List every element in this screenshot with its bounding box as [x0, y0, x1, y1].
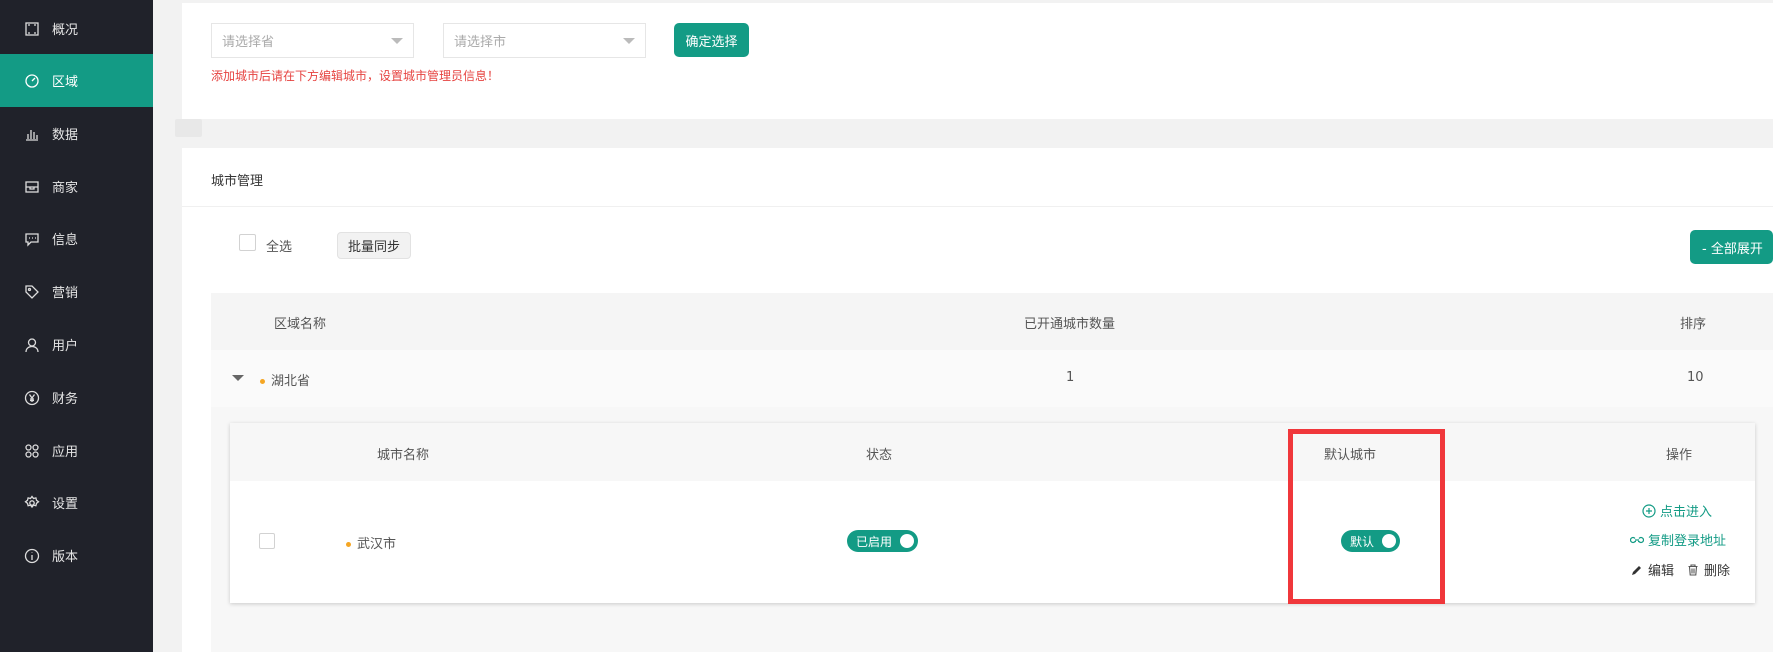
city-select-panel: 请选择省 请选择市 确定选择 添加城市后请在下方编辑城市，设置城市管理员信息！: [182, 0, 1773, 119]
column-header-city-name: 城市名称: [377, 448, 430, 463]
sidebar-item-label: 营销: [52, 286, 79, 301]
toggle-knob: [1382, 534, 1396, 548]
edit-city-button[interactable]: 编辑: [1630, 560, 1674, 579]
province-select[interactable]: 请选择省: [211, 23, 414, 58]
default-toggle-label: 默认: [1350, 534, 1375, 549]
sidebar-item-message[interactable]: 信息: [0, 212, 153, 265]
column-header-status: 状态: [866, 448, 893, 463]
copy-login-url-link[interactable]: 复制登录地址: [1630, 530, 1726, 549]
sidebar-item-user[interactable]: 用户: [0, 318, 153, 371]
city-subtable-container: 城市名称 状态 默认城市 操作 武汉市 已启用 默认 点击进入 复制登录地址 编…: [211, 407, 1773, 652]
sidebar-item-label: 版本: [52, 550, 79, 565]
message-icon: [24, 231, 40, 247]
sidebar-item-version[interactable]: 版本: [0, 529, 153, 582]
select-all-checkbox[interactable]: [239, 234, 256, 251]
sidebar-item-finance[interactable]: 财务: [0, 371, 153, 424]
expand-caret-icon[interactable]: [232, 375, 244, 381]
city-management-panel: 城市管理 全选 批量同步 - 全部展开 区域名称 已开通城市数量 排序 湖北省 …: [182, 148, 1773, 652]
city-name: 武汉市: [346, 533, 396, 552]
row-checkbox[interactable]: [259, 533, 275, 549]
default-city-toggle[interactable]: 默认: [1341, 530, 1400, 552]
status-dot-icon: [346, 542, 351, 547]
pencil-icon: [1632, 565, 1641, 575]
region-city-count: 1: [1066, 370, 1075, 385]
link-icon: [1630, 536, 1644, 543]
sidebar-item-label: 财务: [52, 392, 79, 407]
toggle-knob: [900, 534, 914, 548]
delete-city-button[interactable]: 删除: [1686, 560, 1730, 579]
chevron-down-icon: [391, 38, 403, 44]
sidebar-item-label: 设置: [52, 497, 79, 512]
expand-all-button[interactable]: - 全部展开: [1690, 230, 1773, 264]
city-select[interactable]: 请选择市: [443, 23, 646, 58]
sidebar-item-label: 区域: [52, 75, 79, 90]
sidebar-item-label: 信息: [52, 233, 79, 248]
batch-sync-button[interactable]: 批量同步: [337, 232, 411, 259]
bar-chart-icon: [24, 126, 40, 142]
sidebar-item-data[interactable]: 数据: [0, 107, 153, 160]
trash-icon: [1688, 563, 1698, 576]
sidebar-item-label: 用户: [52, 339, 79, 354]
region-icon: [24, 73, 40, 89]
select-all-label: 全选: [266, 240, 293, 255]
sidebar: 概况 区域 数据 商家 信息 营销 用户 财务 应用 设置 版本: [0, 0, 153, 652]
sidebar-item-label: 应用: [52, 445, 79, 460]
sidebar-item-region[interactable]: 区域: [0, 54, 153, 107]
column-header-default-city: 默认城市: [1324, 448, 1377, 463]
region-table-header: 区域名称 已开通城市数量 排序: [211, 293, 1773, 350]
chevron-down-icon: [623, 38, 635, 44]
section-title: 城市管理: [211, 174, 264, 189]
city-select-placeholder: 请选择市: [454, 35, 507, 50]
sidebar-item-marketing[interactable]: 营销: [0, 265, 153, 318]
table-row[interactable]: 湖北省 1 10: [211, 350, 1773, 407]
column-header-region-name: 区域名称: [274, 317, 327, 332]
city-table-header: 城市名称 状态 默认城市 操作: [230, 423, 1755, 481]
province-select-placeholder: 请选择省: [222, 35, 275, 50]
sidebar-item-store[interactable]: 商家: [0, 160, 153, 213]
overview-icon: [24, 21, 40, 37]
sidebar-item-apps[interactable]: 应用: [0, 424, 153, 477]
column-header-actions: 操作: [1666, 448, 1693, 463]
sidebar-item-label: 概况: [52, 23, 79, 38]
collapse-handle[interactable]: [175, 119, 202, 137]
region-name: 湖北省: [260, 370, 310, 389]
sidebar-item-label: 商家: [52, 181, 79, 196]
user-icon: [24, 337, 40, 353]
sidebar-item-overview[interactable]: 概况: [0, 2, 153, 55]
info-icon: [24, 548, 40, 564]
yen-icon: [24, 390, 40, 406]
status-toggle-label: 已启用: [856, 534, 893, 549]
column-header-sort: 排序: [1680, 317, 1707, 332]
column-header-city-count: 已开通城市数量: [1024, 317, 1116, 332]
confirm-select-button[interactable]: 确定选择: [674, 23, 749, 57]
apps-icon: [24, 443, 40, 459]
plus-circle-icon: [1642, 503, 1656, 518]
status-dot-icon: [260, 379, 265, 384]
sidebar-item-settings[interactable]: 设置: [0, 476, 153, 529]
enter-city-link[interactable]: 点击进入: [1642, 501, 1712, 520]
gear-icon: [24, 494, 40, 511]
region-sort: 10: [1687, 370, 1704, 385]
sidebar-item-label: 数据: [52, 128, 79, 143]
add-city-hint: 添加城市后请在下方编辑城市，设置城市管理员信息！: [211, 69, 500, 83]
tag-icon: [24, 284, 40, 300]
status-toggle[interactable]: 已启用: [847, 530, 918, 552]
store-icon: [24, 179, 40, 195]
divider: [182, 206, 1773, 207]
city-subtable: 城市名称 状态 默认城市 操作 武汉市 已启用 默认 点击进入 复制登录地址 编…: [230, 423, 1755, 603]
